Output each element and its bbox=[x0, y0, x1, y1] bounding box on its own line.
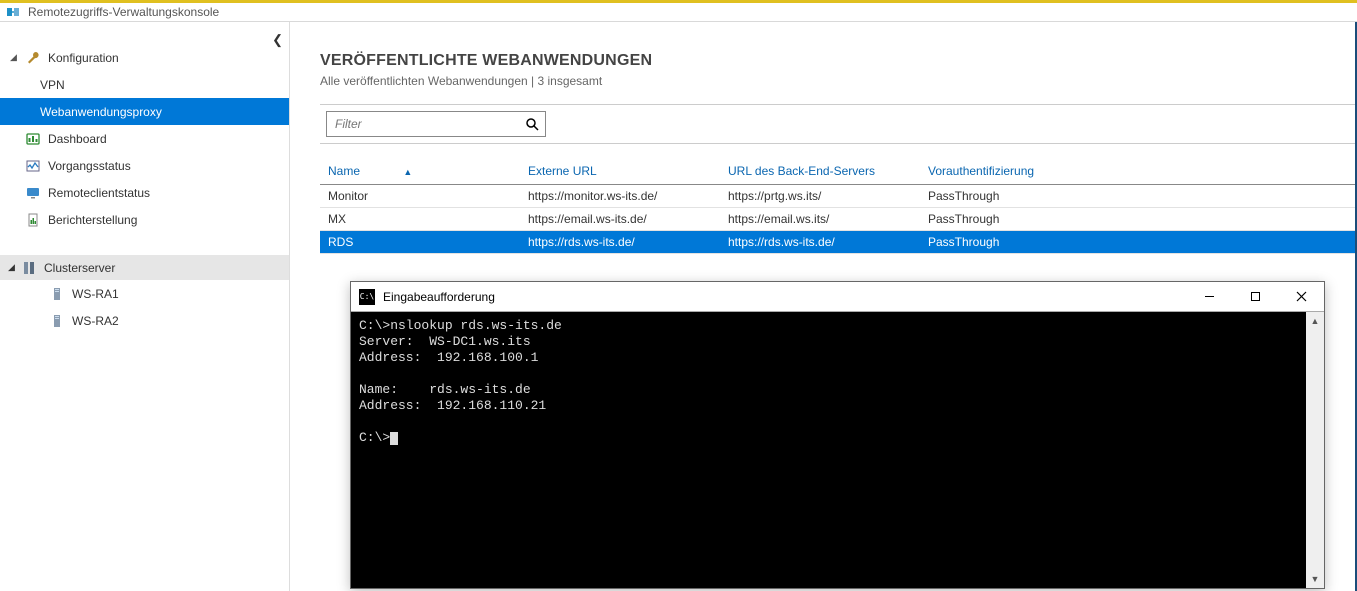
cmd-icon: C:\ bbox=[359, 289, 375, 305]
search-icon bbox=[525, 117, 539, 131]
search-button[interactable] bbox=[519, 112, 545, 136]
filter-input[interactable] bbox=[327, 112, 545, 136]
maximize-button[interactable] bbox=[1232, 282, 1278, 311]
sidebar-item-vpn[interactable]: VPN bbox=[0, 71, 289, 98]
sidebar-label: Webanwendungsproxy bbox=[40, 105, 162, 119]
scroll-down-icon[interactable]: ▼ bbox=[1306, 570, 1324, 588]
table-cell: MX bbox=[320, 208, 520, 231]
status-icon bbox=[24, 159, 42, 173]
page-title: VERÖFFENTLICHTE WEBANWENDUNGEN bbox=[320, 52, 1355, 70]
sidebar-label: WS-RA1 bbox=[72, 287, 119, 301]
sidebar: ❮ ◢ Konfiguration VPN Webanwendungsproxy… bbox=[0, 22, 290, 591]
sidebar-item-remote-client-status[interactable]: Remoteclientstatus bbox=[0, 179, 289, 206]
table-cell: RDS bbox=[320, 231, 520, 254]
app-icon bbox=[6, 4, 22, 20]
page-subtitle: Alle veröffentlichten Webanwendungen | 3… bbox=[320, 74, 1355, 88]
console-title: Eingabeaufforderung bbox=[383, 290, 495, 304]
scroll-up-icon[interactable]: ▲ bbox=[1306, 312, 1324, 330]
wrench-icon bbox=[24, 51, 42, 65]
close-button[interactable] bbox=[1278, 282, 1324, 311]
sidebar-label: WS-RA2 bbox=[72, 314, 119, 328]
server-icon bbox=[48, 287, 66, 301]
command-prompt-window: C:\ Eingabeaufforderung C:\>nslookup rds… bbox=[350, 281, 1325, 589]
server-icon bbox=[48, 314, 66, 328]
sidebar-item-webapp-proxy[interactable]: Webanwendungsproxy bbox=[0, 98, 289, 125]
expander-icon: ◢ bbox=[10, 52, 22, 63]
table-cell: PassThrough bbox=[920, 185, 1355, 208]
app-title: Remotezugriffs-Verwaltungskonsole bbox=[28, 5, 219, 19]
table-cell: https://prtg.ws.its/ bbox=[720, 185, 920, 208]
sidebar-label: Berichterstellung bbox=[48, 213, 137, 227]
console-titlebar[interactable]: C:\ Eingabeaufforderung bbox=[351, 282, 1324, 312]
sidebar-item-configuration[interactable]: ◢ Konfiguration bbox=[0, 44, 289, 71]
sidebar-item-reporting[interactable]: Berichterstellung bbox=[0, 206, 289, 233]
table-row[interactable]: MXhttps://email.ws-its.de/https://email.… bbox=[320, 208, 1355, 231]
sidebar-label: Remoteclientstatus bbox=[48, 186, 150, 200]
sidebar-item-cluster-node[interactable]: WS-RA1 bbox=[0, 280, 289, 307]
table-cell: Monitor bbox=[320, 185, 520, 208]
filter-toolbar bbox=[320, 104, 1355, 144]
table-cell: PassThrough bbox=[920, 231, 1355, 254]
servers-icon bbox=[20, 261, 38, 275]
expander-icon: ◢ bbox=[8, 262, 20, 273]
column-header-backend-url[interactable]: URL des Back-End-Servers bbox=[720, 158, 920, 185]
table-cell: https://email.ws-its.de/ bbox=[520, 208, 720, 231]
published-apps-table: Name ▲ Externe URL URL des Back-End-Serv… bbox=[320, 158, 1355, 254]
sidebar-group-clusterservers[interactable]: ◢ Clusterserver bbox=[0, 255, 289, 280]
sidebar-item-operations-status[interactable]: Vorgangsstatus bbox=[0, 152, 289, 179]
table-cell: https://monitor.ws-its.de/ bbox=[520, 185, 720, 208]
collapse-sidebar-icon[interactable]: ❮ bbox=[272, 32, 283, 48]
console-scrollbar[interactable]: ▲ ▼ bbox=[1306, 312, 1324, 588]
table-cell: PassThrough bbox=[920, 208, 1355, 231]
column-header-external-url[interactable]: Externe URL bbox=[520, 158, 720, 185]
sidebar-label: Clusterserver bbox=[44, 261, 115, 275]
sidebar-label: Konfiguration bbox=[48, 51, 119, 65]
sidebar-label: VPN bbox=[40, 78, 65, 92]
dashboard-icon bbox=[24, 132, 42, 146]
sidebar-item-cluster-node[interactable]: WS-RA2 bbox=[0, 307, 289, 334]
table-cell: https://rds.ws-its.de/ bbox=[520, 231, 720, 254]
console-output[interactable]: C:\>nslookup rds.ws-its.de Server: WS-DC… bbox=[351, 312, 1306, 588]
minimize-button[interactable] bbox=[1186, 282, 1232, 311]
sidebar-item-dashboard[interactable]: Dashboard bbox=[0, 125, 289, 152]
app-titlebar: Remotezugriffs-Verwaltungskonsole bbox=[0, 0, 1357, 22]
filter-box bbox=[326, 111, 546, 137]
sort-asc-icon: ▲ bbox=[403, 167, 412, 177]
sidebar-label: Vorgangsstatus bbox=[48, 159, 131, 173]
sidebar-label: Dashboard bbox=[48, 132, 107, 146]
table-cell: https://rds.ws-its.de/ bbox=[720, 231, 920, 254]
column-header-name[interactable]: Name ▲ bbox=[320, 158, 520, 185]
report-icon bbox=[24, 213, 42, 227]
table-row[interactable]: Monitorhttps://monitor.ws-its.de/https:/… bbox=[320, 185, 1355, 208]
column-header-preauth[interactable]: Vorauthentifizierung bbox=[920, 158, 1355, 185]
table-row[interactable]: RDShttps://rds.ws-its.de/https://rds.ws-… bbox=[320, 231, 1355, 254]
cursor bbox=[390, 432, 398, 445]
monitor-icon bbox=[24, 186, 42, 200]
table-cell: https://email.ws.its/ bbox=[720, 208, 920, 231]
